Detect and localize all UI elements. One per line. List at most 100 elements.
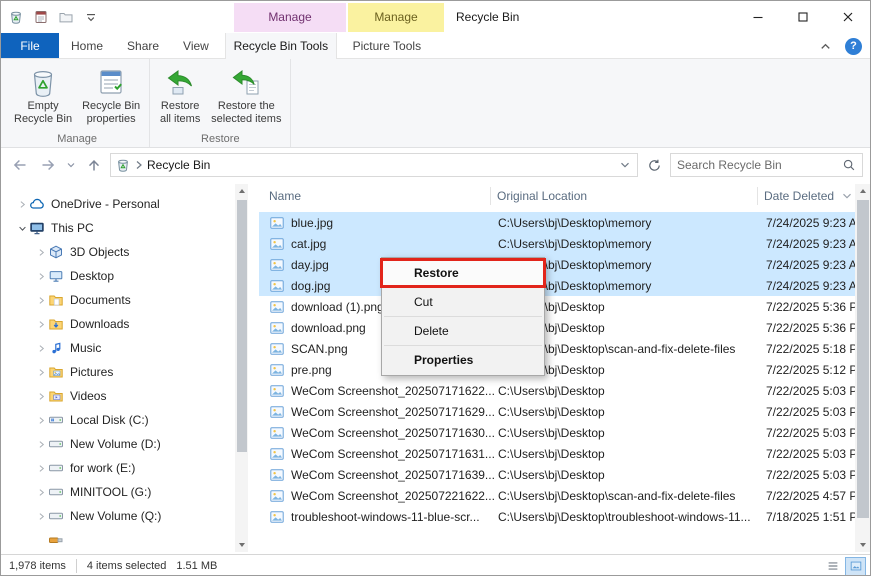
file-row-wecom-screenshot-202507171631[interactable]: WeCom Screenshot_202507171631...C:\Users… bbox=[259, 443, 855, 464]
chevron-right-icon[interactable] bbox=[34, 413, 48, 427]
context-menu-item-cut[interactable]: Cut bbox=[382, 289, 544, 315]
list-scrollbar-thumb[interactable] bbox=[857, 200, 869, 518]
nav-scroll-up-arrow[interactable] bbox=[235, 184, 248, 198]
tab-home[interactable]: Home bbox=[59, 33, 115, 58]
file-date-deleted: 7/18/2025 1:51 P bbox=[766, 510, 855, 524]
column-header-original-location[interactable]: Original Location bbox=[497, 187, 758, 205]
file-row-troubleshoot-windows-11-blue-scr[interactable]: troubleshoot-windows-11-blue-scr...C:\Us… bbox=[259, 506, 855, 527]
chevron-right-icon[interactable] bbox=[34, 461, 48, 475]
customize-quick-access-icon[interactable] bbox=[83, 9, 99, 25]
collapse-ribbon-icon[interactable] bbox=[818, 39, 833, 54]
sidebar-item-local-disk-c[interactable]: Local Disk (C:) bbox=[1, 408, 251, 432]
sidebar-item-documents[interactable]: Documents bbox=[1, 288, 251, 312]
sidebar-item-downloads[interactable]: Downloads bbox=[1, 312, 251, 336]
file-row-wecom-screenshot-202507221622[interactable]: WeCom Screenshot_202507221622...C:\Users… bbox=[259, 485, 855, 506]
maximize-icon bbox=[795, 9, 811, 25]
breadcrumb-chevron-icon[interactable] bbox=[134, 159, 144, 171]
recycle-bin-properties-button[interactable]: Recycle Binproperties bbox=[77, 62, 145, 128]
up-button[interactable] bbox=[82, 153, 106, 177]
file-row-wecom-screenshot-202507171639[interactable]: WeCom Screenshot_202507171639...C:\Users… bbox=[259, 464, 855, 485]
folder-pictures-icon bbox=[48, 364, 64, 380]
address-bar[interactable]: Recycle Bin bbox=[110, 153, 638, 177]
file-row-cat-jpg[interactable]: cat.jpgC:\Users\bj\Desktop\memory7/24/20… bbox=[259, 233, 855, 254]
chevron-right-icon[interactable] bbox=[34, 389, 48, 403]
chevron-right-icon[interactable] bbox=[34, 437, 48, 451]
file-row-download-1-png[interactable]: download (1).pngC:\Users\bj\Desktop7/22/… bbox=[259, 296, 855, 317]
help-button[interactable]: ? bbox=[845, 38, 862, 55]
new-folder-quick-button-icon[interactable] bbox=[58, 9, 74, 25]
maximize-button[interactable] bbox=[780, 1, 825, 33]
tab-file[interactable]: File bbox=[1, 33, 59, 58]
sidebar-item-minitool-g[interactable]: MINITOOL (G:) bbox=[1, 480, 251, 504]
nav-scrollbar[interactable] bbox=[235, 184, 248, 552]
column-header-name[interactable]: Name bbox=[269, 187, 491, 205]
address-location[interactable]: Recycle Bin bbox=[147, 158, 616, 172]
forward-button[interactable] bbox=[36, 153, 60, 177]
sidebar-item-new-volume-q[interactable]: New Volume (Q:) bbox=[1, 504, 251, 528]
address-dropdown-icon[interactable] bbox=[619, 159, 631, 171]
recent-locations-button[interactable] bbox=[64, 153, 78, 177]
properties-quick-button-icon[interactable] bbox=[33, 9, 49, 25]
chevron-right-icon[interactable] bbox=[34, 365, 48, 379]
file-row-scan-png[interactable]: SCAN.pngC:\Users\bj\Desktop\scan-and-fix… bbox=[259, 338, 855, 359]
context-menu-item-delete[interactable]: Delete bbox=[382, 318, 544, 344]
column-header-chevron-icon[interactable] bbox=[841, 190, 853, 202]
nav-scroll-down-arrow[interactable] bbox=[235, 538, 248, 552]
sidebar-item-music[interactable]: Music bbox=[1, 336, 251, 360]
tab-picture-tools[interactable]: Picture Tools bbox=[339, 33, 435, 58]
chevron-right-icon[interactable] bbox=[15, 197, 29, 211]
chevron-right-icon[interactable] bbox=[34, 485, 48, 499]
file-row-wecom-screenshot-202507171630[interactable]: WeCom Screenshot_202507171630...C:\Users… bbox=[259, 422, 855, 443]
sidebar-item-label: Downloads bbox=[70, 317, 129, 331]
context-menu-item-properties[interactable]: Properties bbox=[382, 347, 544, 373]
list-scrollbar[interactable] bbox=[855, 184, 870, 552]
chevron-right-icon[interactable] bbox=[34, 269, 48, 283]
file-row-dog-jpg[interactable]: dog.jpgC:\Users\bj\Desktop\memory7/24/20… bbox=[259, 275, 855, 296]
restore-all-items-button[interactable]: Restoreall items bbox=[154, 62, 206, 128]
file-row-pre-png[interactable]: pre.pngC:\Users\bj\Desktop7/22/2025 5:12… bbox=[259, 359, 855, 380]
file-row-blue-jpg[interactable]: blue.jpgC:\Users\bj\Desktop\memory7/24/2… bbox=[259, 212, 855, 233]
ribbon-tabs: HomeShareViewRecycle Bin ToolsPicture To… bbox=[59, 33, 435, 58]
refresh-button[interactable] bbox=[642, 153, 666, 177]
tab-recycle-bin-tools[interactable]: Recycle Bin Tools bbox=[225, 33, 337, 59]
sidebar-item-for-work-e[interactable]: for work (E:) bbox=[1, 456, 251, 480]
search-icon[interactable] bbox=[842, 158, 856, 172]
close-button[interactable] bbox=[825, 1, 870, 33]
file-row-day-jpg[interactable]: day.jpgC:\Users\bj\Desktop\memory7/24/20… bbox=[259, 254, 855, 275]
file-row-download-png[interactable]: download.pngC:\Users\bj\Desktop7/22/2025… bbox=[259, 317, 855, 338]
context-menu-item-restore[interactable]: Restore bbox=[382, 260, 544, 286]
file-name: WeCom Screenshot_202507171622... bbox=[291, 384, 495, 398]
chevron-right-icon[interactable] bbox=[34, 341, 48, 355]
nav-scrollbar-thumb[interactable] bbox=[237, 200, 247, 452]
minimize-button[interactable] bbox=[735, 1, 780, 33]
empty-recycle-bin-button[interactable]: EmptyRecycle Bin bbox=[9, 62, 77, 128]
chevron-down-icon[interactable] bbox=[15, 221, 29, 235]
file-date-deleted: 7/22/2025 5:12 P bbox=[766, 363, 855, 377]
sidebar-item-pictures[interactable]: Pictures bbox=[1, 360, 251, 384]
list-scroll-down-arrow[interactable] bbox=[855, 538, 870, 552]
file-row-wecom-screenshot-202507171622[interactable]: WeCom Screenshot_202507171622...C:\Users… bbox=[259, 380, 855, 401]
sidebar-item-onedrive-personal[interactable]: OneDrive - Personal bbox=[1, 192, 251, 216]
drive-os-icon bbox=[48, 412, 64, 428]
list-scroll-up-arrow[interactable] bbox=[855, 184, 870, 198]
thumbnails-view-button[interactable] bbox=[845, 557, 866, 576]
sidebar-item-new-volume-d[interactable]: New Volume (D:) bbox=[1, 432, 251, 456]
sidebar-item-desktop[interactable]: Desktop bbox=[1, 264, 251, 288]
details-view-button[interactable] bbox=[822, 557, 843, 576]
chevron-right-icon[interactable] bbox=[34, 293, 48, 307]
ribbon: EmptyRecycle BinRecycle BinpropertiesMan… bbox=[1, 59, 870, 148]
sidebar-item-videos[interactable]: Videos bbox=[1, 384, 251, 408]
tab-share[interactable]: Share bbox=[115, 33, 171, 58]
search-box[interactable]: Search Recycle Bin bbox=[670, 153, 863, 177]
sidebar-item-this-pc[interactable]: This PC bbox=[1, 216, 251, 240]
thumbnails-view-icon bbox=[849, 559, 863, 573]
restore-the-selected-items-button[interactable]: Restore theselected items bbox=[206, 62, 286, 128]
sidebar-item-3d-objects[interactable]: 3D Objects bbox=[1, 240, 251, 264]
back-button[interactable] bbox=[8, 153, 32, 177]
tab-view[interactable]: View bbox=[171, 33, 221, 58]
sidebar-item-partial[interactable] bbox=[1, 528, 251, 552]
file-row-wecom-screenshot-202507171629[interactable]: WeCom Screenshot_202507171629...C:\Users… bbox=[259, 401, 855, 422]
chevron-right-icon[interactable] bbox=[34, 245, 48, 259]
chevron-right-icon[interactable] bbox=[34, 509, 48, 523]
chevron-right-icon[interactable] bbox=[34, 317, 48, 331]
